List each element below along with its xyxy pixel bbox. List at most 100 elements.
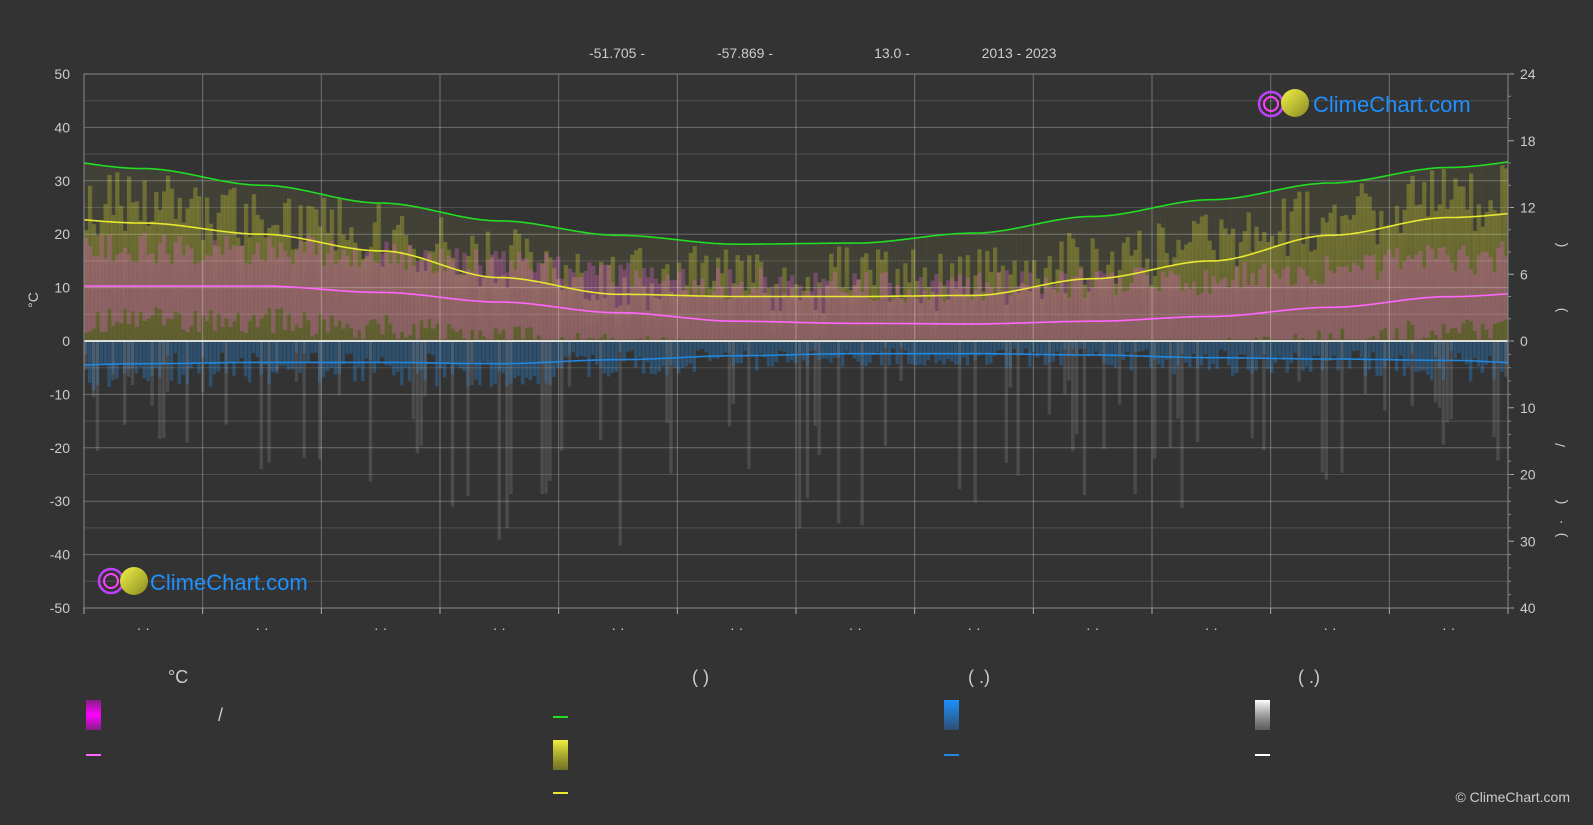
temperature-range-bar	[918, 277, 924, 340]
precipitation-bar	[1184, 341, 1188, 363]
precipitation-bar	[493, 341, 498, 384]
precipitation-bar	[684, 341, 689, 367]
temperature-range-bar	[563, 284, 569, 340]
precipitation-bar	[961, 341, 966, 358]
temperature-range-bar	[844, 292, 850, 340]
temperature-range-bar	[1488, 257, 1493, 339]
temperature-range-bar	[442, 271, 448, 340]
temperature-range-bar	[778, 276, 783, 340]
precipitation-bar	[1476, 341, 1481, 367]
precipitation-bar	[1055, 341, 1059, 352]
precipitation-bar	[220, 341, 224, 353]
precipitation-bar	[942, 341, 946, 365]
temperature-range-bar	[1094, 271, 1099, 340]
temperature-range-bar	[1426, 245, 1431, 338]
temperature-range-bar	[286, 256, 292, 314]
temperature-range-bar	[126, 253, 132, 325]
precipitation-bar	[349, 341, 353, 354]
precipitation-bar	[833, 341, 837, 358]
temperature-range-bar	[279, 242, 284, 309]
temperature-range-bar	[1301, 269, 1306, 339]
snow-bar	[111, 341, 115, 381]
temperature-range-bar	[602, 264, 608, 335]
precipitation-bar	[875, 341, 880, 353]
temperature-range-bar	[1242, 262, 1248, 340]
snow-bar	[559, 341, 564, 451]
precipitation-bar	[119, 341, 123, 365]
legend-label-temperature-range: /	[218, 705, 223, 725]
snow-bar	[1008, 341, 1013, 388]
temperature-range-bar	[1184, 282, 1189, 340]
snow-bar	[1496, 341, 1500, 461]
precipitation-bar	[891, 341, 895, 349]
snow-bar	[1410, 341, 1414, 406]
x-axis-month-label: · ·	[730, 620, 743, 636]
x-axis-month-label: · ·	[849, 620, 862, 636]
precipitation-bar	[786, 341, 790, 363]
temperature-range-bar	[961, 286, 967, 340]
precipitation-bar	[1246, 341, 1251, 370]
snow-bar	[1324, 341, 1329, 480]
precipitation-bar	[739, 341, 743, 364]
snow-bar	[669, 341, 673, 474]
precipitation-bar	[1371, 341, 1375, 353]
precipitation-bar	[1312, 341, 1317, 356]
temperature-range-bar	[727, 269, 733, 340]
temperature-range-bar	[236, 246, 241, 313]
precipitation-bar	[197, 341, 201, 374]
precipitation-bar	[852, 341, 856, 359]
precipitation-bar	[1328, 341, 1332, 361]
temperature-range-bar	[1121, 291, 1127, 340]
precipitation-bar	[704, 341, 708, 353]
temperature-range-bar	[950, 277, 955, 340]
precipitation-bar	[766, 341, 771, 367]
temperature-range-bar	[680, 269, 686, 340]
y-axis-left-label: °C	[25, 292, 41, 308]
temperature-range-bar	[1238, 287, 1244, 340]
temperature-range-bar	[1219, 279, 1224, 340]
snow-bar	[598, 341, 603, 440]
precipitation-bar	[1472, 341, 1477, 359]
precipitation-bar	[1418, 341, 1422, 372]
temperature-range-bar	[544, 253, 549, 340]
latitude-text: -51.705 -	[589, 45, 645, 61]
precipitation-bar	[1281, 341, 1286, 361]
precipitation-bar	[1106, 341, 1110, 365]
y-axis-right-bottom-tick-label: 30	[1520, 533, 1536, 549]
precipitation-bar	[329, 341, 334, 368]
temperature-range-bar	[739, 281, 744, 340]
temperature-range-bar	[1453, 270, 1458, 328]
temperature-range-bar	[875, 299, 881, 340]
precipitation-bar	[1277, 341, 1282, 357]
temperature-range-bar	[1344, 266, 1349, 340]
precipitation-bar	[1090, 341, 1094, 357]
temperature-range-bar	[1133, 267, 1138, 340]
precipitation-bar	[1188, 341, 1192, 368]
temperature-range-bar	[1137, 267, 1142, 340]
precipitation-bar	[1211, 341, 1215, 364]
precipitation-bar	[232, 341, 236, 376]
temperature-range-bar	[1492, 271, 1497, 325]
precipitation-bar	[758, 341, 763, 354]
temperature-range-bar	[282, 250, 288, 331]
x-axis-month-label: · ·	[611, 620, 624, 636]
precipitation-bar	[446, 341, 451, 364]
precipitation-bar	[181, 341, 185, 375]
precipitation-bar	[333, 341, 338, 375]
x-axis-month-label: · ·	[1205, 620, 1218, 636]
temperature-range-bar	[1028, 272, 1033, 340]
temperature-range-bar	[1414, 254, 1419, 340]
temperature-range-bar	[751, 287, 756, 340]
precipitation-bar	[1219, 341, 1223, 350]
temperature-range-bar	[1496, 248, 1501, 323]
precipitation-bar	[1125, 341, 1130, 352]
precipitation-bar	[169, 341, 174, 381]
precipitation-bar	[1024, 341, 1028, 349]
precipitation-bar	[1332, 341, 1336, 356]
temperature-range-bar	[1340, 267, 1345, 329]
precipitation-bar	[1215, 341, 1219, 369]
temperature-range-bar	[501, 251, 506, 330]
y-axis-right-bottom-label-open: (	[1552, 499, 1568, 504]
snow-bar	[567, 341, 572, 387]
snow-bar	[883, 341, 888, 446]
